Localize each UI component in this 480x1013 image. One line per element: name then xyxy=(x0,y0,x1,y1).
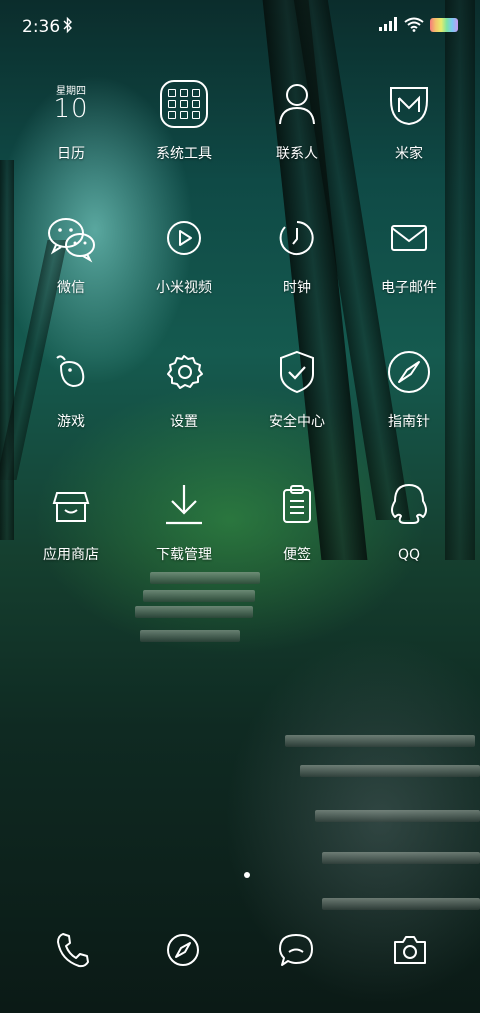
calendar-icon: 星期四 10 xyxy=(45,78,97,130)
app-qq[interactable]: QQ xyxy=(353,479,465,563)
wallpaper-step xyxy=(135,606,253,618)
app-label: 安全中心 xyxy=(269,414,325,430)
app-label: 小米视频 xyxy=(156,280,212,296)
app-label: QQ xyxy=(397,547,421,563)
wallpaper-step xyxy=(150,572,260,584)
app-label: 联系人 xyxy=(276,146,318,162)
app-security[interactable]: 安全中心 xyxy=(241,346,353,430)
play-icon xyxy=(158,212,210,264)
dock-camera-button[interactable] xyxy=(390,930,430,970)
wallpaper-step xyxy=(300,765,480,777)
app-label: 设置 xyxy=(170,414,198,430)
app-label: 应用商店 xyxy=(43,547,99,563)
wallpaper-trunk xyxy=(0,160,14,540)
dock-browser-button[interactable] xyxy=(163,930,203,970)
wallpaper-step xyxy=(322,852,480,864)
app-system-tools[interactable]: 系统工具 xyxy=(128,78,240,162)
dock-messages-button[interactable] xyxy=(276,930,316,970)
app-label: 米家 xyxy=(395,146,423,162)
app-notes[interactable]: 便签 xyxy=(241,479,353,563)
battery-icon xyxy=(430,18,458,32)
wallpaper-step xyxy=(143,590,255,602)
download-icon xyxy=(158,479,210,531)
calendar-day: 10 xyxy=(53,94,89,124)
store-icon xyxy=(45,479,97,531)
shield-icon xyxy=(271,346,323,398)
messages-icon xyxy=(279,934,313,966)
status-time: 2:36 xyxy=(22,17,61,37)
app-mijia[interactable]: 米家 xyxy=(353,78,465,162)
mijia-icon xyxy=(383,78,435,130)
wallpaper-step xyxy=(315,810,480,822)
app-label: 便签 xyxy=(283,547,311,563)
app-label: 微信 xyxy=(57,280,85,296)
phone-icon xyxy=(57,933,89,968)
notes-icon xyxy=(271,479,323,531)
app-clock[interactable]: 时钟 xyxy=(241,212,353,296)
app-store[interactable]: 应用商店 xyxy=(15,479,127,563)
app-label: 指南针 xyxy=(388,414,430,430)
wifi-icon xyxy=(404,17,424,32)
app-compass[interactable]: 指南针 xyxy=(353,346,465,430)
page-indicator-dot xyxy=(244,872,250,878)
status-bar: 2:36 xyxy=(0,0,480,52)
bluetooth-icon xyxy=(63,16,72,34)
dock-phone-button[interactable] xyxy=(53,930,93,970)
app-label: 时钟 xyxy=(283,280,311,296)
browser-icon xyxy=(167,934,199,966)
wallpaper-step xyxy=(322,898,480,910)
app-games[interactable]: 游戏 xyxy=(15,346,127,430)
qq-icon xyxy=(383,479,435,531)
app-settings[interactable]: 设置 xyxy=(128,346,240,430)
app-contacts[interactable]: 联系人 xyxy=(241,78,353,162)
clock-icon xyxy=(271,212,323,264)
wallpaper-step xyxy=(285,735,475,747)
app-wechat[interactable]: 微信 xyxy=(15,212,127,296)
app-label: 日历 xyxy=(57,146,85,162)
person-icon xyxy=(271,78,323,130)
camera-icon xyxy=(394,936,426,964)
app-downloads[interactable]: 下载管理 xyxy=(128,479,240,563)
app-email[interactable]: 电子邮件 xyxy=(353,212,465,296)
mail-icon xyxy=(383,212,435,264)
app-label: 游戏 xyxy=(57,414,85,430)
folder-icon xyxy=(158,78,210,130)
app-mi-video[interactable]: 小米视频 xyxy=(128,212,240,296)
app-calendar[interactable]: 星期四 10 日历 xyxy=(15,78,127,162)
gear-icon xyxy=(158,346,210,398)
gamepad-icon xyxy=(45,346,97,398)
wallpaper-step xyxy=(140,630,240,642)
page-indicator xyxy=(244,872,250,878)
app-label: 电子邮件 xyxy=(381,280,437,296)
compass-icon xyxy=(383,346,435,398)
app-label: 系统工具 xyxy=(156,146,212,162)
signal-icon xyxy=(379,17,397,31)
wechat-icon xyxy=(45,212,97,264)
app-label: 下载管理 xyxy=(156,547,212,563)
